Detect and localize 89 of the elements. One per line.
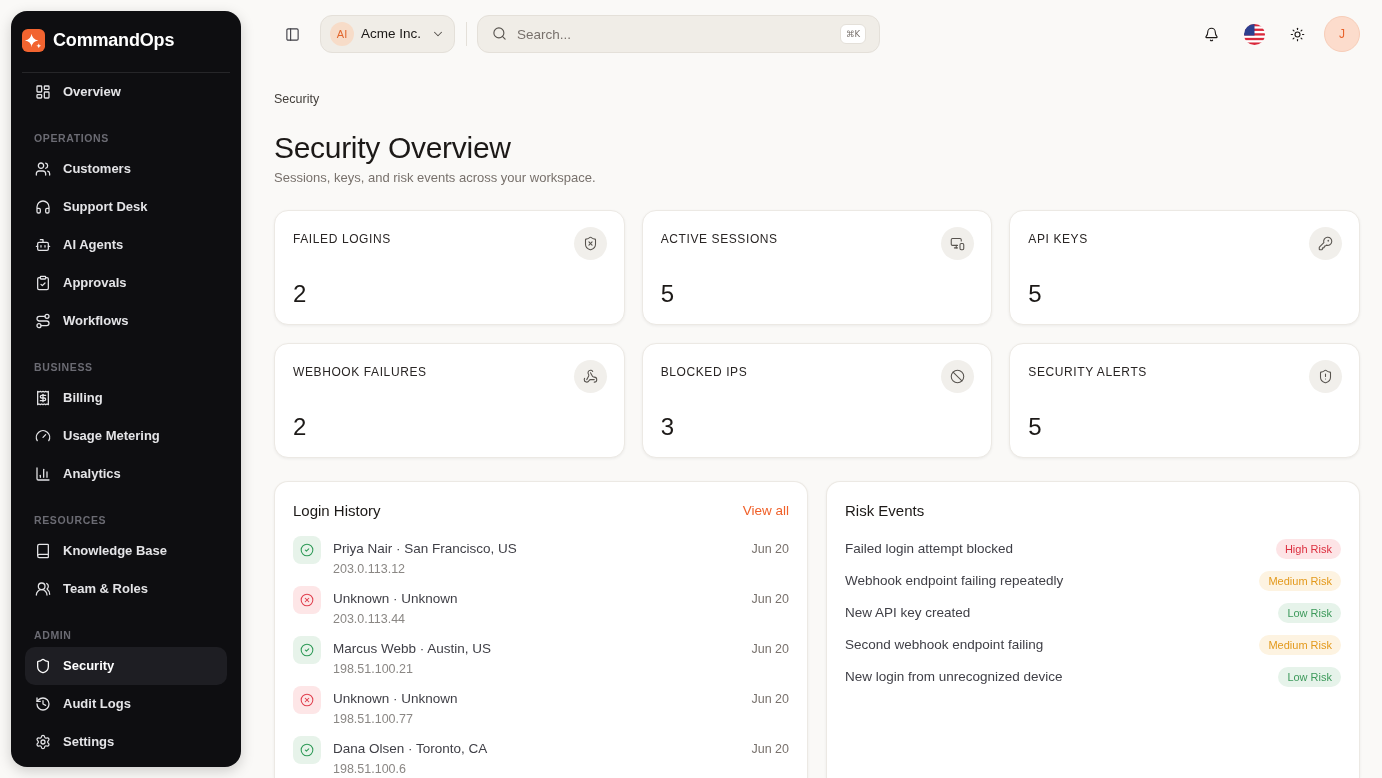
nav-section-heading: ADMIN	[33, 628, 73, 643]
app-logo-icon	[22, 29, 45, 52]
risk-event-text: New login from unrecognized device	[845, 668, 1063, 686]
login-ip: 203.0.113.44	[333, 611, 406, 627]
ban-icon	[941, 360, 975, 393]
sidebar-item[interactable]: Audit Logs	[25, 685, 227, 723]
stat-value: 3	[660, 412, 675, 442]
webhook-icon	[573, 360, 607, 393]
flag-icon	[1243, 23, 1265, 45]
risk-badge: Medium Risk	[1259, 571, 1341, 591]
sidebar-item[interactable]: Support Desk	[25, 188, 227, 226]
stat-value: 5	[660, 279, 675, 309]
stat-value: 5	[1028, 279, 1043, 309]
sidebar-item[interactable]: Analytics	[25, 455, 227, 493]
headphones-icon	[35, 199, 51, 215]
risk-event-text: Webhook endpoint failing repeatedly	[845, 572, 1064, 590]
login-ip: 198.51.100.77	[333, 711, 413, 727]
book-icon	[35, 543, 51, 559]
stat-value: 5	[1028, 412, 1043, 442]
risk-event-text: Failed login attempt blocked	[845, 540, 1014, 558]
login-date: Jun 20	[751, 691, 789, 708]
risk-badge: High Risk	[1275, 539, 1341, 559]
robot-icon	[35, 237, 51, 253]
sidebar-item[interactable]: AI Agents	[25, 226, 227, 264]
nav-section-heading: RESOURCES	[33, 513, 108, 528]
login-ip: 198.51.100.6	[333, 761, 406, 777]
dashboard-icon	[35, 84, 51, 100]
login-location: Priya Nair · San Francisco, US	[333, 540, 517, 558]
nav-section-heading: OPERATIONS	[33, 131, 110, 146]
users-icon	[35, 161, 51, 177]
sidebar-item[interactable]: Workflows	[25, 302, 227, 340]
login-ip: 198.51.100.21	[333, 661, 413, 677]
search-icon	[492, 26, 507, 41]
bar-chart-icon	[35, 466, 51, 482]
key-icon	[1309, 227, 1342, 260]
nav-section-heading: BUSINESS	[33, 360, 94, 375]
sun-icon	[1289, 26, 1305, 42]
shield-icon	[35, 658, 51, 674]
page-subtitle: Sessions, keys, and risk events across your workspace.	[274, 170, 597, 186]
receipt-icon	[35, 390, 51, 406]
sidebar-item[interactable]: Knowledge Base	[25, 532, 227, 570]
risk-badge: Medium Risk	[1259, 635, 1341, 655]
login-date: Jun 20	[751, 541, 789, 558]
stat-value: 2	[293, 412, 308, 442]
devices-icon	[941, 227, 975, 260]
team-icon	[35, 581, 51, 597]
brand-name: CommandOps	[53, 29, 175, 52]
panel-title: Risk Events	[845, 501, 925, 521]
org-avatar: AI	[330, 22, 354, 46]
route-icon	[35, 313, 51, 329]
login-location: Unknown · Unknown	[333, 590, 458, 608]
stat-label: BLOCKED IPS	[660, 364, 748, 380]
stat-label: ACTIVE SESSIONS	[660, 231, 778, 247]
sidebar-item[interactable]: Billing	[25, 379, 227, 417]
stat-value: 2	[293, 279, 308, 309]
bell-icon	[1203, 26, 1219, 42]
risk-badge: Low Risk	[1278, 603, 1341, 623]
stat-label: API KEYS	[1028, 231, 1088, 247]
login-ip: 203.0.113.12	[333, 561, 406, 577]
risk-event-text: New API key created	[845, 604, 971, 622]
login-location: Marcus Webb · Austin, US	[333, 640, 492, 658]
stat-label: FAILED LOGINS	[293, 231, 391, 247]
panel-icon	[284, 26, 300, 42]
shield-alert-icon	[1309, 360, 1342, 393]
panel-title: Login History	[293, 501, 381, 521]
stat-label: WEBHOOK FAILURES	[293, 364, 427, 380]
login-date: Jun 20	[751, 741, 789, 758]
org-selector[interactable]: AI Acme Inc.	[320, 15, 455, 53]
stat-label: SECURITY ALERTS	[1028, 364, 1147, 380]
risk-badge: Low Risk	[1278, 667, 1341, 687]
login-date: Jun 20	[751, 591, 789, 608]
clipboard-check-icon	[35, 275, 51, 291]
page-title: Security Overview	[274, 130, 512, 166]
sidebar-item[interactable]: Team & Roles	[25, 570, 227, 608]
shield-x-icon	[573, 227, 607, 260]
sidebar-item[interactable]: Customers	[25, 150, 227, 188]
risk-event-text: Second webhook endpoint failing	[845, 636, 1044, 654]
sidebar-item[interactable]: Overview	[25, 73, 227, 111]
login-location: Dana Olsen · Toronto, CA	[333, 740, 488, 758]
login-date: Jun 20	[751, 641, 789, 658]
sidebar-item[interactable]: Security	[25, 647, 227, 685]
settings-icon	[35, 734, 51, 750]
sidebar-item[interactable]: Approvals	[25, 264, 227, 302]
login-location: Unknown · Unknown	[333, 690, 458, 708]
sidebar-item[interactable]: Usage Metering	[25, 417, 227, 455]
breadcrumb: Security	[274, 92, 321, 106]
sidebar-item[interactable]: Settings	[25, 723, 227, 761]
gauge-icon	[35, 428, 51, 444]
history-icon	[35, 696, 51, 712]
